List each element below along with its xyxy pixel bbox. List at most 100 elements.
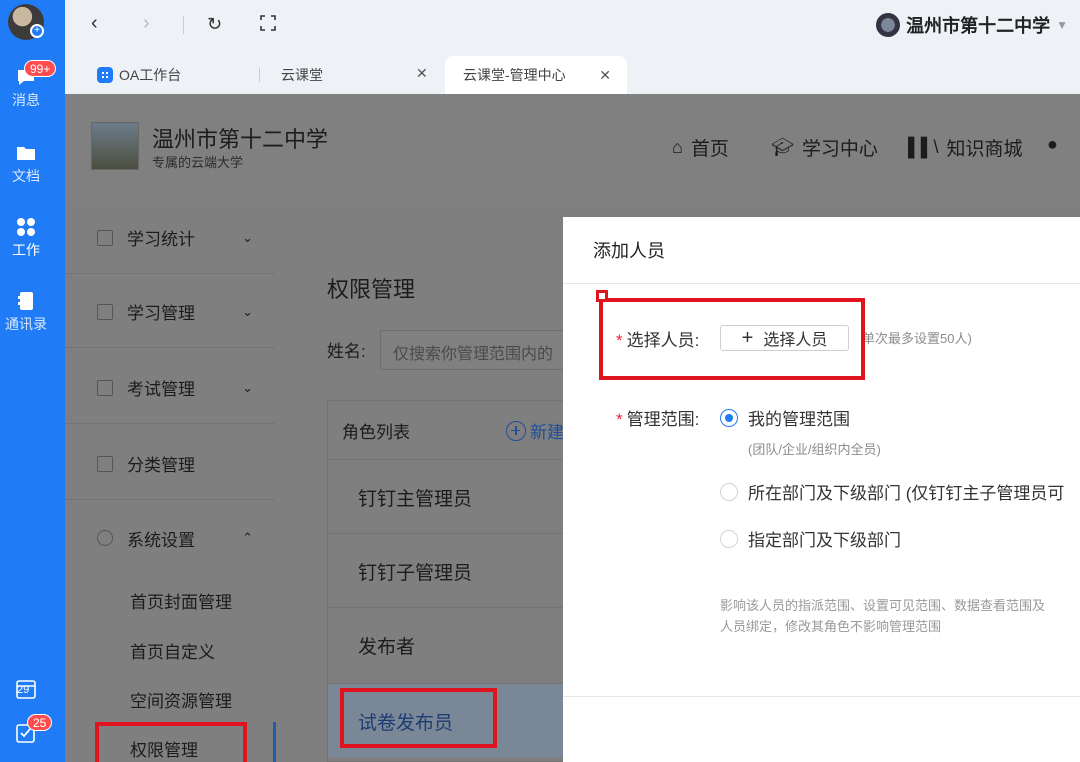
annotation-box-role bbox=[340, 688, 497, 748]
divider bbox=[563, 283, 1080, 284]
scope-option-sub: (团队/企业/组织内全员) bbox=[748, 442, 881, 457]
sidebar-item-label: 学习管理 bbox=[127, 304, 195, 323]
radio-label: 指定部门及下级部门 bbox=[748, 531, 901, 550]
rail-item-label: 工作 bbox=[12, 242, 40, 258]
nav-home[interactable]: ⌂ 首页 bbox=[672, 134, 729, 161]
org-name: 温州市第十二中学 bbox=[906, 16, 1051, 36]
role-item[interactable]: 钉钉主管理员 bbox=[328, 459, 568, 533]
role-item[interactable]: 发布者 bbox=[328, 607, 568, 681]
page-title: 权限管理 bbox=[327, 277, 416, 302]
nav-knowledge-mall[interactable]: ▌▌\ 知识商城 bbox=[908, 134, 1023, 161]
close-icon[interactable]: ✕ bbox=[416, 65, 428, 82]
window-toolbar: ‹ › ↻ 温州市第十二中学 ▼ bbox=[65, 0, 1080, 52]
user-icon: ● bbox=[1047, 134, 1058, 154]
back-icon[interactable]: ‹ bbox=[91, 12, 98, 35]
chevron-down-icon: ⌄ bbox=[242, 379, 253, 395]
apps-grid-icon bbox=[17, 218, 35, 236]
sidebar-item-label: 系统设置 bbox=[127, 530, 195, 550]
rail-item-work[interactable]: 工作 bbox=[0, 216, 52, 260]
rail-item-contacts[interactable]: 通讯录 bbox=[0, 290, 52, 334]
nav-label: 学习中心 bbox=[801, 139, 878, 160]
scope-option-specified[interactable]: 指定部门及下级部门 bbox=[720, 526, 901, 551]
sidebar-item-exam-mgmt[interactable]: 考试管理 ⌄ bbox=[65, 352, 275, 424]
new-role-button[interactable]: 新建 bbox=[506, 418, 564, 443]
close-icon[interactable]: ✕ bbox=[599, 67, 611, 84]
nav-label: 首页 bbox=[690, 139, 729, 160]
chevron-down-icon: ⌄ bbox=[242, 303, 253, 319]
new-role-label: 新建 bbox=[530, 423, 564, 442]
tab-label: OA工作台 bbox=[119, 67, 182, 83]
school-name: 温州市第十二中学 bbox=[152, 127, 329, 152]
settings-icon bbox=[97, 530, 113, 546]
refresh-icon[interactable]: ↻ bbox=[207, 14, 222, 35]
sidebar-sub-cover[interactable]: 首页封面管理 bbox=[130, 588, 232, 613]
site-header: 温州市第十二中学 专属的云端大学 ⌂ 首页 🎓︎ 学习中心 ▌▌\ 知识商城 ● bbox=[65, 94, 1080, 202]
sidebar-sub-homepage-custom[interactable]: 首页自定义 bbox=[130, 638, 215, 663]
sidebar-item-label: 分类管理 bbox=[127, 456, 195, 475]
exam-icon bbox=[97, 379, 113, 396]
radio-unchecked-icon[interactable] bbox=[720, 529, 738, 548]
tab-label: 云课堂 bbox=[281, 67, 323, 83]
chevron-up-icon: ⌃ bbox=[242, 530, 253, 545]
annotation-box-permissions bbox=[95, 722, 247, 762]
nav-profile[interactable]: ● bbox=[1047, 134, 1058, 155]
active-indicator bbox=[273, 722, 276, 762]
nav-learning-center[interactable]: 🎓︎ 学习中心 bbox=[771, 134, 878, 161]
scope-option-dept[interactable]: 所在部门及下级部门 (仅钉钉主子管理员可 bbox=[720, 479, 1064, 504]
fullscreen-icon[interactable] bbox=[259, 14, 277, 38]
tab-bar: OA工作台 云课堂 ✕ 云课堂-管理中心 ✕ bbox=[65, 52, 1080, 94]
school-subtitle: 专属的云端大学 bbox=[152, 155, 244, 170]
annotation-marker bbox=[596, 290, 608, 302]
rail-item-label: 文档 bbox=[12, 168, 40, 184]
sidebar: 学习统计 ⌄ 学习管理 ⌄ 考试管理 ⌄ 分类管理 系统设置 ⌃ 首页封面管理 … bbox=[65, 202, 275, 762]
school-logo bbox=[91, 122, 139, 170]
books-icon: ▌▌\ bbox=[908, 137, 939, 157]
sidebar-item-learning-mgmt[interactable]: 学习管理 ⌄ bbox=[65, 276, 275, 348]
tab-oa[interactable]: OA工作台 bbox=[97, 56, 181, 94]
tab-cloud-class-admin[interactable]: 云课堂-管理中心 ✕ bbox=[445, 56, 627, 94]
sidebar-item-label: 学习统计 bbox=[127, 230, 195, 249]
sidebar-item-system-settings[interactable]: 系统设置 ⌃ bbox=[65, 502, 275, 574]
add-status-icon[interactable]: + bbox=[30, 24, 44, 38]
graduation-cap-icon: 🎓︎ bbox=[771, 137, 794, 157]
field-label: 管理范围: bbox=[626, 410, 700, 429]
home-icon: ⌂ bbox=[672, 137, 683, 157]
name-search-input[interactable]: 仅搜索你管理范围内的 bbox=[380, 330, 580, 370]
radio-label: 所在部门及下级部门 (仅钉钉主子管理员可 bbox=[748, 484, 1065, 503]
calendar-day: 29 bbox=[17, 684, 30, 696]
select-limit-hint: 单次最多设置50人) bbox=[862, 331, 972, 346]
contacts-book-icon bbox=[18, 292, 33, 310]
role-list-title: 角色列表 bbox=[342, 423, 410, 442]
divider bbox=[563, 696, 1080, 697]
rail-item-label: 通讯录 bbox=[5, 316, 47, 332]
toolbar-divider bbox=[183, 16, 184, 34]
annotation-box-select-member bbox=[599, 298, 865, 380]
sidebar-item-category-mgmt[interactable]: 分类管理 bbox=[65, 428, 275, 500]
radio-unchecked-icon[interactable] bbox=[720, 482, 738, 501]
tab-divider bbox=[259, 68, 260, 82]
messages-badge: 99+ bbox=[24, 60, 57, 77]
nav-label: 知识商城 bbox=[946, 139, 1023, 160]
description-line: 人员绑定，修改其角色不影响管理范围 bbox=[720, 619, 942, 634]
forward-icon[interactable]: › bbox=[143, 12, 150, 35]
plus-circle-icon bbox=[506, 420, 526, 441]
radio-checked-icon[interactable] bbox=[720, 408, 738, 427]
sidebar-item-learning-stats[interactable]: 学习统计 ⌄ bbox=[65, 202, 275, 274]
description-line: 影响该人员的指派范围、设置可见范围、数据查看范围及 bbox=[720, 598, 1046, 613]
chevron-down-icon: ▼ bbox=[1056, 18, 1068, 32]
scope-label: * 管理范围: bbox=[616, 405, 699, 430]
org-switcher[interactable]: 温州市第十二中学 ▼ bbox=[876, 12, 1068, 38]
oa-app-icon bbox=[97, 67, 113, 83]
sidebar-item-label: 考试管理 bbox=[127, 380, 195, 399]
scope-option-mine[interactable]: 我的管理范围 bbox=[720, 405, 850, 430]
required-mark: * bbox=[616, 410, 623, 429]
rail-item-docs[interactable]: 文档 bbox=[0, 142, 52, 186]
scope-description: 影响该人员的指派范围、设置可见范围、数据查看范围及 人员绑定，修改其角色不影响管… bbox=[720, 595, 1080, 637]
rail-item-label: 消息 bbox=[12, 92, 40, 108]
role-item[interactable]: 钉钉子管理员 bbox=[328, 533, 568, 607]
chevron-down-icon: ⌄ bbox=[242, 229, 253, 245]
tab-cloud-class[interactable]: 云课堂 bbox=[281, 56, 323, 94]
sidebar-sub-space-resources[interactable]: 空间资源管理 bbox=[130, 687, 232, 712]
folder-icon bbox=[17, 147, 35, 160]
book-icon bbox=[97, 303, 113, 320]
